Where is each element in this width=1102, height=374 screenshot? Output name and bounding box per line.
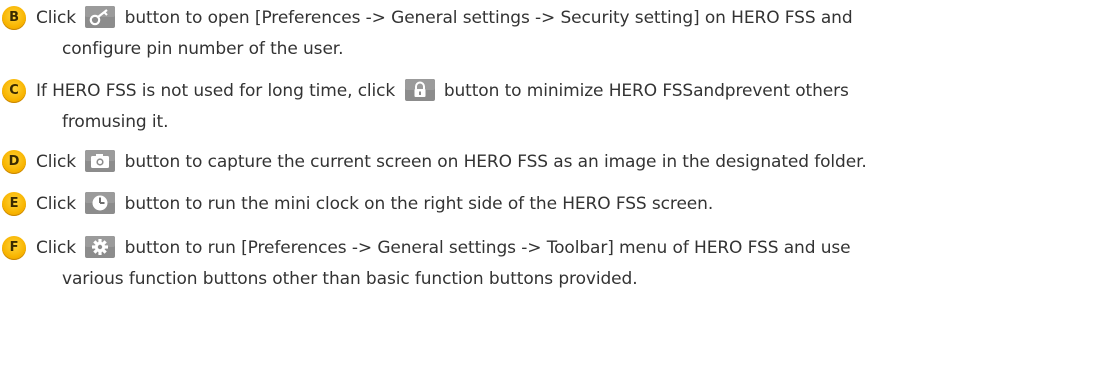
letter-badge: F: [2, 236, 26, 260]
item-line-2: configure pin number of the user.: [62, 39, 344, 59]
item-text-before: Click: [36, 152, 77, 172]
item-text-after: button to capture the current screen on …: [124, 152, 867, 172]
item-text-after: button to run the mini clock on the righ…: [124, 194, 714, 214]
item-line: Click button to capture the current scre…: [36, 147, 1096, 178]
item-text-after: button to minimize HERO FSSandprevent ot…: [443, 81, 849, 101]
item-text-before: Click: [36, 194, 77, 214]
letter-badge: E: [2, 192, 26, 216]
item-text-before: Click: [36, 238, 77, 258]
list-item: C If HERO FSS is not used for long time,…: [2, 76, 1096, 138]
key-icon: [85, 6, 116, 28]
item-text-after: button to open [Preferences -> General s…: [124, 8, 853, 28]
item-text-before: If HERO FSS is not used for long time, c…: [36, 81, 396, 101]
clock-icon: [85, 192, 116, 214]
list-item: E Click button to run the mini clock on …: [2, 189, 1096, 220]
letter-badge: C: [2, 79, 26, 103]
item-line: Click button to open [Preferences -> Gen…: [36, 3, 1096, 34]
list-item: D Click button to capture the current sc…: [2, 147, 1096, 178]
list-item: B Click button to open [Preferences -> G…: [2, 3, 1096, 65]
letter-badge: D: [2, 150, 26, 174]
lock-icon: [404, 79, 435, 101]
item-text-before: Click: [36, 8, 77, 28]
list-item: F Click button to run [Preferences -> Ge…: [2, 233, 1096, 295]
gear-icon: [85, 236, 116, 258]
item-line: Click button to run [Preferences -> Gene…: [36, 233, 1096, 264]
camera-icon: [85, 150, 116, 172]
item-line-2: fromusing it.: [62, 112, 169, 132]
letter-badge: B: [2, 6, 26, 30]
item-line: Click button to run the mini clock on th…: [36, 189, 1096, 220]
item-line: If HERO FSS is not used for long time, c…: [36, 76, 1096, 107]
item-line-2: various function buttons other than basi…: [62, 269, 638, 289]
item-text-after: button to run [Preferences -> General se…: [124, 238, 851, 258]
